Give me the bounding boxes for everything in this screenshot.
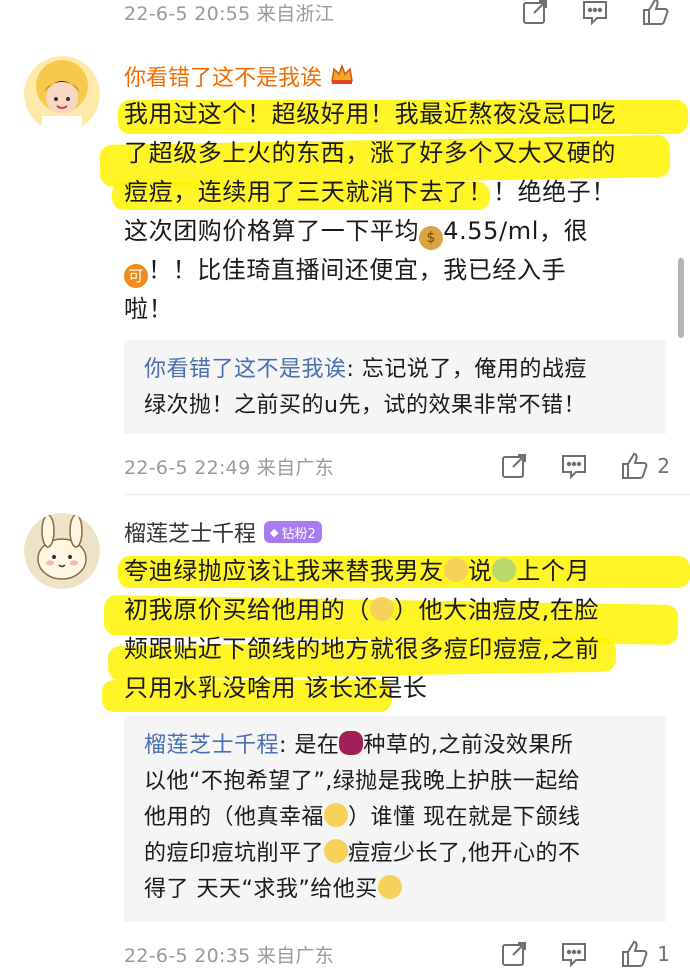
comment-segment: 这次团购价格算了一下平均 [124,217,420,245]
reply-text: 种草的,之前没效果所 [363,733,574,758]
comment-meta: 22-6-5 22:49 来自广东 2 [124,446,670,486]
reply-text: 他用的（他真幸福 [144,805,325,830]
avatar[interactable] [24,56,100,132]
comment-line: 夸迪绿抛应该让我来替我男友说上个月 [124,552,664,591]
comment-segment: 初我原价买给他用的（ [124,596,370,624]
sweet-potato-emoji [339,731,364,755]
like-button[interactable] [640,0,670,27]
reply-text: : 是在 [279,733,340,758]
comment-line: 我用过这个！超级好用！我最近熬夜没忌口吃 [124,100,616,128]
like-icon [622,452,648,479]
comment-line: 痘痘，连续用了三天就消下去了！！绝绝子！ [124,178,616,206]
timestamp-location: 22-6-5 20:55 来自浙江 [124,2,334,25]
comment-line: 颊跟贴近下颌线的地方就很多痘印痘痘,之前 [124,635,600,663]
share-button[interactable] [499,939,529,968]
money-bag-emoji: $ [419,226,444,250]
smile-emoji [377,875,402,899]
timestamp-location: 22-6-5 20:35 来自广东 [124,944,334,967]
comment-segment: 夸迪绿抛应该让我来替我男友 [124,557,444,585]
comment-line: 啦！ [124,295,174,323]
like-button[interactable]: 2 [619,451,670,481]
reply-box[interactable]: 你看错了这不是我诶: 忘记说了，俺用的战痘 绿次抛！之前买的u先，试的效果非常不… [124,340,666,434]
avatar[interactable] [24,513,100,589]
comment-segment: ！！比佳琦直播间还便宜，我已经入手 [148,256,567,284]
divider [124,494,690,495]
comment-text: 我用过这个！超级好用！我最近熬夜没忌口吃 了超级多上火的东西，涨了好多个又大又硬… [124,95,664,329]
like-icon [622,940,648,967]
share-icon [523,0,547,24]
previous-comment-meta: 22-6-5 20:55 来自浙江 [124,0,670,32]
reply-line: 他用的（他真幸福 ）谁懂 现在就是下颌线 [144,800,646,836]
share-button[interactable] [499,451,529,481]
reply-line: 以他“不抱希望了”,绿抛是我晚上护肤一起给 [144,769,581,794]
comment-segment: ）他大油痘皮,在脸 [394,596,600,624]
comment-actions: 1 [469,939,670,968]
comment-line: 了超级多上火的东西，涨了好多个又大又硬的 [124,139,616,167]
reply-line: 你看错了这不是我诶: 忘记说了，俺用的战痘 [144,352,646,388]
timestamp-location: 22-6-5 22:49 来自广东 [124,456,334,479]
like-count: 2 [657,454,670,478]
like-icon [643,0,669,25]
scrollbar[interactable] [678,258,684,338]
reply-line: 榴莲芝士千程: 是在 种草的,之前没效果所 [144,728,646,764]
reply-line: 绿次抛！之前买的u先，试的效果非常不错！ [144,393,586,418]
username-row: 榴莲芝士千程 ◆ 钻粉2 [124,516,322,548]
comment-text: 夸迪绿抛应该让我来替我男友说上个月 初我原价买给他用的（ ）他大油痘皮,在脸 颊跟… [124,552,664,708]
username-row: 你看错了这不是我诶 [124,60,354,92]
comment-icon [583,1,607,26]
like-button[interactable]: 1 [619,939,670,968]
comment-segment: 4.55/ml，很 [443,217,589,245]
like-count: 1 [657,942,670,966]
reply-text: 痘痘少长了,他开心的不 [348,841,581,866]
comment-icon [562,455,587,480]
doge-emoji [324,803,349,827]
reply-text: : 忘记说了，俺用的战痘 [346,357,587,382]
ke-emoji: 可 [124,264,148,288]
comment-line: 只用水乳没啥用 该长还是长 [124,674,428,702]
comment-segment: 上个月 [516,557,591,585]
username[interactable]: 榴莲芝士千程 [124,516,256,548]
comment-button[interactable] [559,939,589,968]
username[interactable]: 你看错了这不是我诶 [124,60,322,92]
comment-button[interactable] [559,451,589,481]
reply-text: 得了 天天“求我”给他买 [144,877,378,902]
comment-meta: 22-6-5 20:35 来自广东 1 [124,934,670,968]
comment-line: 这次团购价格算了一下平均 $4.55/ml，很 [124,212,664,251]
cat-face-emoji [443,558,468,582]
comment-line: 可！！比佳琦直播间还便宜，我已经入手 [124,251,664,290]
fan-badge: ◆ 钻粉2 [264,521,322,543]
comment-line: 初我原价买给他用的（ ）他大油痘皮,在脸 [124,591,664,630]
crown-icon [330,63,354,90]
reply-line: 得了 天天“求我”给他买 [144,872,646,908]
comment-actions [490,0,670,27]
diamond-icon: ◆ [270,525,279,539]
crying-face-emoji [370,597,394,621]
comment-icon [562,943,587,968]
share-icon [502,942,527,966]
smile-emoji [324,839,349,863]
comment-segment: 说 [467,557,493,585]
share-icon [502,454,527,478]
reply-text: 的痘印痘坑削平了 [144,841,325,866]
reply-username[interactable]: 你看错了这不是我诶 [144,357,347,382]
reply-line: 的痘印痘坑削平了 痘痘少长了,他开心的不 [144,836,646,872]
reply-username[interactable]: 榴莲芝士千程 [144,733,279,758]
share-button[interactable] [520,0,550,27]
reply-text: ）谁懂 现在就是下颌线 [348,805,581,830]
comment-button[interactable] [580,0,610,27]
comment-actions: 2 [469,451,670,481]
reply-box[interactable]: 榴莲芝士千程: 是在 种草的,之前没效果所 以他“不抱希望了”,绿抛是我晚上护肤一… [124,716,666,922]
raised-hand-emoji [492,558,517,582]
fan-badge-label: 钻粉2 [281,526,316,542]
